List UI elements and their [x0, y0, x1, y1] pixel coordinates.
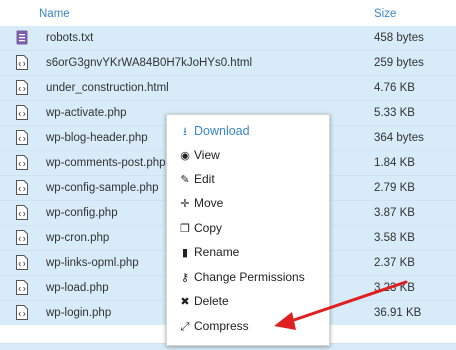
menu-item-label: Move: [194, 196, 224, 210]
copy-icon: ❐: [180, 223, 190, 235]
menu-item-rename[interactable]: ▮ Rename: [178, 245, 239, 263]
file-size: 3.23 KB: [374, 282, 415, 294]
menu-item-label: Copy: [194, 221, 223, 235]
code-file-icon: [16, 230, 28, 245]
menu-item-delete[interactable]: ✖ Delete: [178, 294, 229, 312]
file-size: 364 bytes: [374, 132, 424, 144]
file-name: robots.txt: [46, 32, 94, 44]
file-size: 5.33 KB: [374, 107, 415, 119]
file-size: 2.37 KB: [374, 257, 415, 269]
menu-item-view[interactable]: ◉ View: [178, 148, 220, 166]
file-name: wp-cron.php: [46, 232, 110, 244]
key-icon: ⚷: [180, 272, 190, 284]
menu-item-label: Change Permissions: [194, 270, 305, 284]
menu-item-label: Download: [194, 124, 250, 138]
context-menu: ⭳ Download ◉ View ✎ Edit ✛ Move ❐ Copy ▮ Renam…: [166, 114, 330, 346]
eye-icon: ◉: [180, 150, 190, 162]
file-name: wp-activate.php: [46, 107, 127, 119]
name-column-header[interactable]: Name: [39, 8, 70, 20]
file-name: wp-blog-header.php: [46, 132, 148, 144]
code-file-icon: [16, 205, 28, 220]
menu-item-label: View: [194, 148, 220, 162]
pencil-icon: ✎: [180, 174, 190, 186]
code-file-icon: [16, 180, 28, 195]
size-column-header[interactable]: Size: [374, 8, 396, 20]
file-size: 1.84 KB: [374, 157, 415, 169]
file-size: 36.91 KB: [374, 307, 422, 319]
file-size: 458 bytes: [374, 32, 424, 44]
menu-item-label: Delete: [194, 294, 229, 308]
file-row[interactable]: s6orG3gnvYKrWA84B0H7kJoHYs0.html 259 byt…: [0, 50, 456, 75]
code-file-icon: [16, 130, 28, 145]
file-size: 3.87 KB: [374, 207, 415, 219]
menu-item-compress[interactable]: ⤢ Compress: [178, 319, 249, 337]
file-row[interactable]: under_construction.html 4.76 KB: [0, 75, 456, 100]
file-size: 259 bytes: [374, 57, 424, 69]
file-name: under_construction.html: [46, 82, 169, 94]
file-name: wp-load.php: [46, 282, 109, 294]
menu-item-download[interactable]: ⭳ Download: [178, 123, 250, 141]
menu-item-change-permissions[interactable]: ⚷ Change Permissions: [178, 270, 305, 288]
file-row-robots[interactable]: robots.txt 458 bytes: [0, 26, 456, 50]
code-file-icon: [16, 80, 28, 95]
code-file-icon: [16, 255, 28, 270]
menu-item-edit[interactable]: ✎ Edit: [178, 172, 215, 190]
text-file-icon: [16, 30, 28, 45]
code-file-icon: [16, 155, 28, 170]
file-size: 4.76 KB: [374, 82, 415, 94]
file-list-header: Name Size: [0, 0, 456, 26]
file-icon: ▮: [181, 247, 189, 259]
close-icon: ✖: [180, 296, 190, 308]
file-size: 2.79 KB: [374, 182, 415, 194]
menu-item-label: Rename: [194, 245, 240, 259]
file-size: 3.58 KB: [374, 232, 415, 244]
download-icon: ⭳: [183, 126, 187, 138]
file-name: wp-config-sample.php: [46, 182, 159, 194]
file-name: wp-login.php: [46, 307, 112, 319]
file-name: wp-config.php: [46, 207, 118, 219]
compress-icon: ⤢: [180, 321, 190, 333]
menu-item-label: Edit: [194, 172, 215, 186]
file-name: wp-comments-post.php: [46, 157, 166, 169]
code-file-icon: [16, 105, 28, 120]
file-name: s6orG3gnvYKrWA84B0H7kJoHYs0.html: [46, 57, 253, 69]
menu-item-copy[interactable]: ❐ Copy: [178, 221, 222, 239]
code-file-icon: [16, 280, 28, 295]
move-icon: ✛: [180, 198, 190, 210]
code-file-icon: [16, 305, 28, 320]
menu-item-label: Compress: [194, 319, 249, 333]
menu-item-move[interactable]: ✛ Move: [178, 196, 223, 214]
file-name: wp-links-opml.php: [46, 257, 139, 269]
code-file-icon: [16, 55, 28, 70]
